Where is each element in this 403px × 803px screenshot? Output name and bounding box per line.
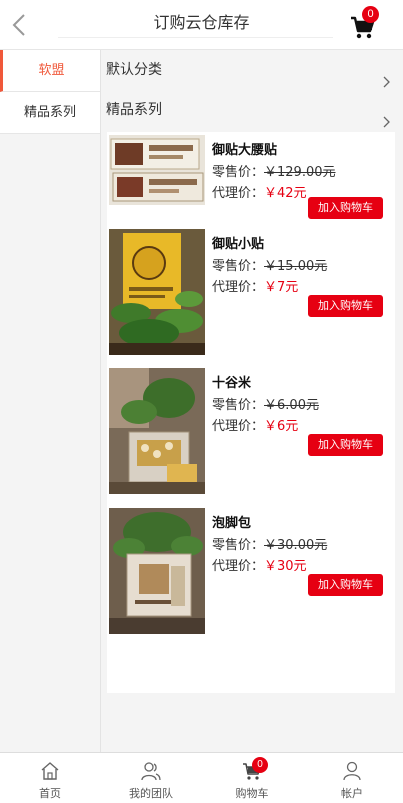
product-name: 御贴小贴 xyxy=(212,237,265,252)
top-bar: 订购云仓库存 0 xyxy=(0,0,403,50)
product-image[interactable] xyxy=(109,368,205,494)
product-card: 御贴小贴 零售价：￥15.00元 代理价：￥7元 加入购物车 xyxy=(109,229,393,359)
sidebar-item-jingpin[interactable]: 精品系列 xyxy=(0,92,100,134)
chevron-right-icon xyxy=(383,64,391,88)
nav-team[interactable]: 我的团队 xyxy=(101,753,201,803)
nav-home-label: 首页 xyxy=(39,787,61,800)
home-icon xyxy=(41,762,59,780)
retail-price-line: 零售价：￥129.00元 xyxy=(212,161,336,180)
retail-price: ￥15.00元 xyxy=(264,259,328,274)
sidebar-item-ruanmeng[interactable]: 软盟 xyxy=(0,50,100,92)
agent-price-line: 代理价：￥7元 xyxy=(212,276,298,295)
agent-price-label: 代理价： xyxy=(212,280,265,295)
agent-price: ￥42元 xyxy=(264,186,307,201)
title-divider xyxy=(58,37,333,38)
add-to-cart-button[interactable]: 加入购物车 xyxy=(308,434,383,456)
chevron-right-icon xyxy=(383,104,391,128)
agent-price-label: 代理价： xyxy=(212,186,265,201)
retail-price-label: 零售价： xyxy=(212,538,265,553)
account-icon xyxy=(343,761,361,781)
product-image[interactable] xyxy=(109,229,205,355)
retail-price: ￥6.00元 xyxy=(264,398,319,413)
product-name: 泡脚包 xyxy=(212,516,252,531)
product-name: 十谷米 xyxy=(212,376,252,391)
product-image[interactable] xyxy=(109,508,205,634)
agent-price-label: 代理价： xyxy=(212,559,265,574)
retail-price-line: 零售价：￥30.00元 xyxy=(212,534,327,553)
retail-price-label: 零售价： xyxy=(212,165,265,180)
product-area: 默认分类 精品系列 御贴大腰贴 零售价：￥129.00元 代理价：￥42元 加入… xyxy=(101,50,403,752)
add-to-cart-button[interactable]: 加入购物车 xyxy=(308,574,383,596)
agent-price-label: 代理价： xyxy=(212,419,265,434)
nav-account[interactable]: 帐户 xyxy=(302,753,402,803)
bottom-navigation: 首页 我的团队 购物车 帐户 0 xyxy=(0,752,403,803)
retail-price-label: 零售价： xyxy=(212,398,265,413)
agent-price-line: 代理价：￥42元 xyxy=(212,182,307,201)
nav-cart-label: 购物车 xyxy=(235,787,269,800)
retail-price-line: 零售价：￥15.00元 xyxy=(212,255,327,274)
team-icon xyxy=(141,762,161,781)
page-title: 订购云仓库存 xyxy=(153,13,250,32)
nav-account-label: 帐户 xyxy=(341,787,363,800)
add-to-cart-button[interactable]: 加入购物车 xyxy=(308,197,383,219)
nav-team-label: 我的团队 xyxy=(129,787,173,800)
category-label: 精品系列 xyxy=(106,102,162,118)
product-card: 泡脚包 零售价：￥30.00元 代理价：￥30元 加入购物车 xyxy=(109,508,393,638)
category-default-row[interactable]: 默认分类 xyxy=(101,50,403,90)
agent-price: ￥6元 xyxy=(264,419,299,434)
agent-price: ￥30元 xyxy=(264,559,307,574)
add-to-cart-button[interactable]: 加入购物车 xyxy=(308,295,383,317)
retail-price-line: 零售价：￥6.00元 xyxy=(212,394,319,413)
category-sidebar: 软盟 精品系列 xyxy=(0,50,101,752)
retail-price: ￥30.00元 xyxy=(264,538,328,553)
category-label: 默认分类 xyxy=(106,62,162,78)
product-name: 御贴大腰贴 xyxy=(212,143,278,158)
agent-price-line: 代理价：￥30元 xyxy=(212,555,307,574)
category-jingpin-row[interactable]: 精品系列 xyxy=(101,90,403,130)
nav-home[interactable]: 首页 xyxy=(0,753,100,803)
product-card: 十谷米 零售价：￥6.00元 代理价：￥6元 加入购物车 xyxy=(109,368,393,498)
retail-price-label: 零售价： xyxy=(212,259,265,274)
nav-cart-badge: 0 xyxy=(252,757,268,773)
retail-price: ￥129.00元 xyxy=(264,165,336,180)
product-list: 御贴大腰贴 零售价：￥129.00元 代理价：￥42元 加入购物车 御贴小贴 零… xyxy=(107,132,395,693)
cart-count-badge: 0 xyxy=(362,6,379,23)
back-arrow-icon[interactable] xyxy=(8,12,30,38)
agent-price: ￥7元 xyxy=(264,280,299,295)
product-image[interactable] xyxy=(109,135,205,205)
agent-price-line: 代理价：￥6元 xyxy=(212,415,298,434)
